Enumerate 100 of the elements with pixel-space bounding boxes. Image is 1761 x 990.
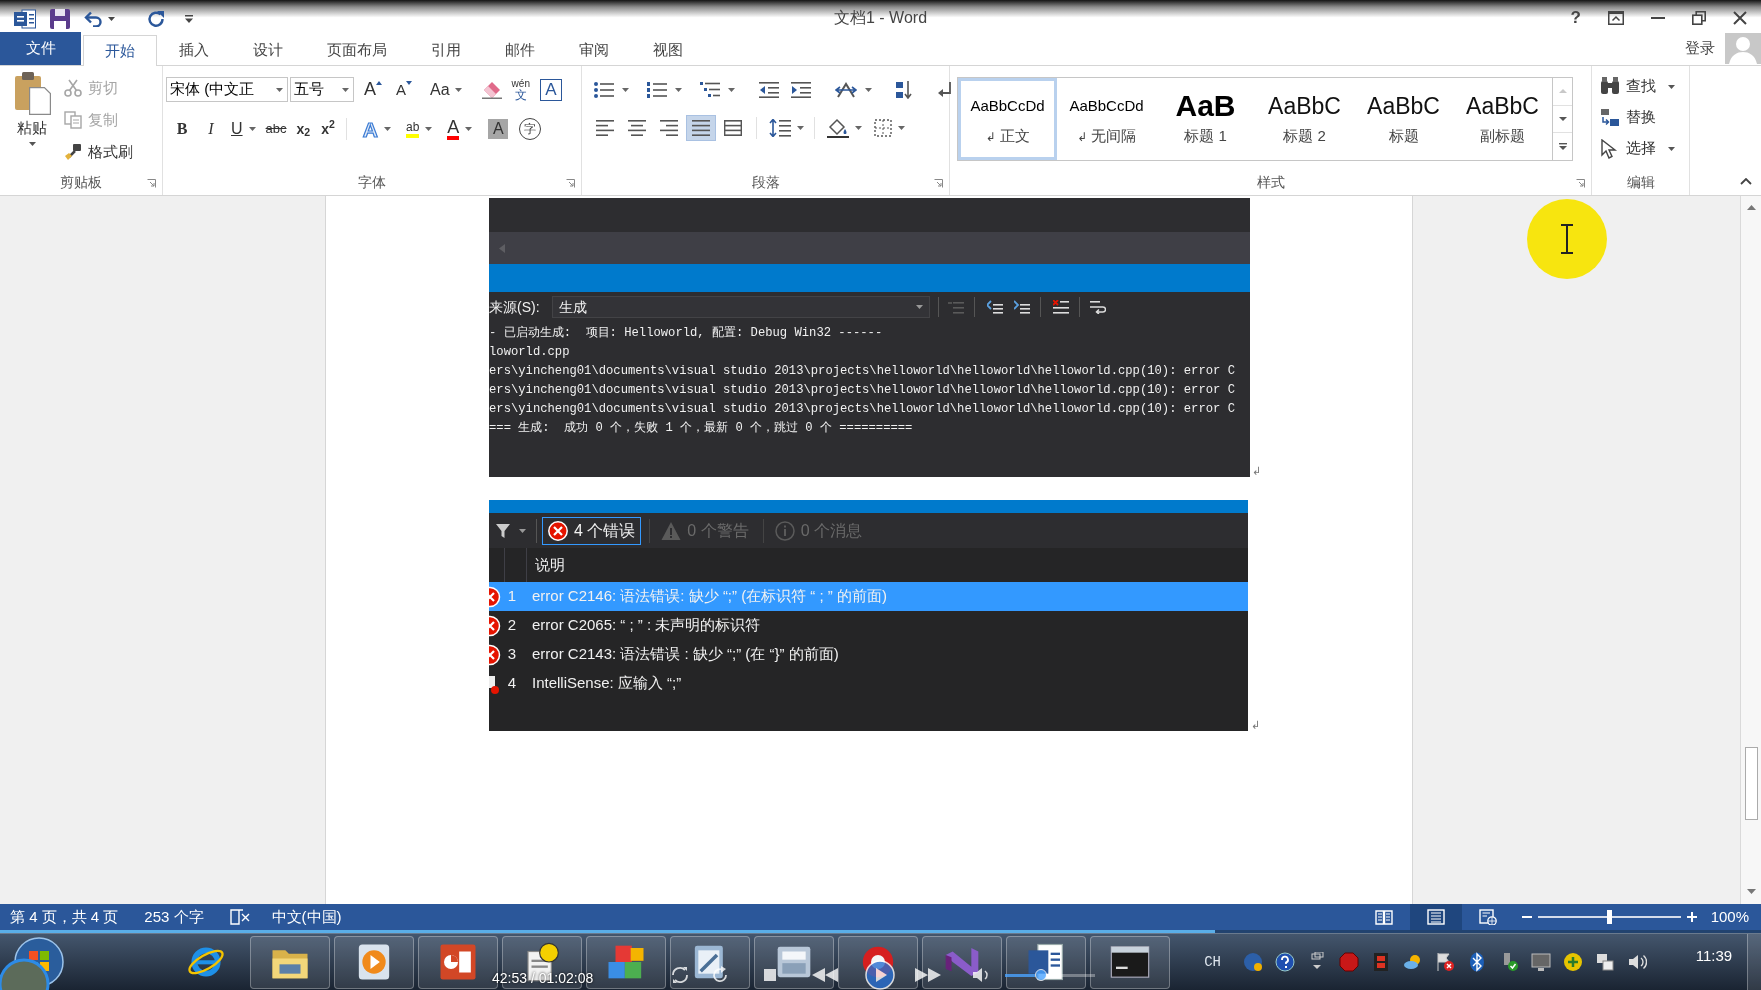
caret-icon[interactable] xyxy=(675,88,682,92)
help-icon[interactable] xyxy=(1275,952,1295,972)
network-icon[interactable] xyxy=(1595,952,1615,972)
customize-toolbar-icon[interactable] xyxy=(185,15,193,23)
redo-icon[interactable] xyxy=(147,10,165,28)
sort-icon[interactable] xyxy=(896,81,912,99)
paragraph-marks-icon[interactable] xyxy=(938,82,952,98)
more-styles-icon[interactable] xyxy=(1558,143,1567,151)
file-tab[interactable]: 文件 xyxy=(0,32,81,65)
caret-icon[interactable] xyxy=(454,87,462,92)
undo-icon[interactable] xyxy=(84,11,104,27)
plus-badge-icon[interactable] xyxy=(1563,952,1583,972)
ribbon-tab[interactable]: 邮件 xyxy=(483,34,557,65)
page-count[interactable]: 第 4 页，共 4 页 xyxy=(10,905,119,929)
restore-icon[interactable] xyxy=(1692,10,1706,25)
ribbon-tab[interactable]: 插入 xyxy=(157,34,231,65)
save-icon[interactable] xyxy=(50,9,70,29)
repeat-icon[interactable] xyxy=(670,966,690,984)
word-count[interactable]: 253 个字 xyxy=(144,905,204,929)
error-filter-button[interactable]: 4 个错误 xyxy=(542,516,642,545)
monitor-icon[interactable] xyxy=(1531,952,1551,972)
style-item[interactable]: AaBbC 标题 xyxy=(1354,78,1453,160)
word-wrap-icon[interactable] xyxy=(1089,300,1106,314)
eraser-icon[interactable] xyxy=(481,80,502,99)
superscript-button[interactable]: x$^{2}$ xyxy=(317,117,339,141)
sign-in-link[interactable]: 登录 xyxy=(1685,37,1715,60)
video-progress-track[interactable] xyxy=(0,930,1761,933)
caret-icon[interactable] xyxy=(622,88,629,92)
taskbar-app-button[interactable] xyxy=(334,935,414,989)
language-indicator[interactable]: 中文(中国) xyxy=(271,905,342,929)
source-dropdown[interactable]: 生成 xyxy=(551,296,930,318)
taskbar-app-button[interactable] xyxy=(754,935,834,989)
caret-icon[interactable] xyxy=(248,127,256,131)
ribbon-tab[interactable]: 页面布局 xyxy=(305,34,409,65)
caret-icon[interactable] xyxy=(108,17,115,21)
caret-icon[interactable] xyxy=(855,126,862,130)
caret-icon[interactable] xyxy=(519,528,526,533)
minimize-icon[interactable] xyxy=(1651,16,1665,19)
paint-bucket-icon[interactable] xyxy=(827,118,849,138)
font-size-field[interactable]: 五号 xyxy=(290,77,354,102)
line-spacing-icon[interactable] xyxy=(769,119,791,137)
style-item[interactable]: AaBbC 标题 2 xyxy=(1255,78,1354,160)
previous-message-icon[interactable] xyxy=(986,300,1003,314)
dialog-launcher-icon[interactable] xyxy=(566,179,575,188)
collapse-ribbon-icon[interactable] xyxy=(1740,178,1752,185)
ribbon-tab[interactable]: 引用 xyxy=(409,34,483,65)
dialog-launcher-icon[interactable] xyxy=(934,179,943,188)
next-message-icon[interactable] xyxy=(1013,300,1030,314)
stop-sign-icon[interactable] xyxy=(1339,952,1359,972)
style-item[interactable]: AaBbCcDd ↲ 无间隔 xyxy=(1057,78,1156,160)
caret-icon[interactable] xyxy=(728,88,735,92)
taskbar-app-button[interactable] xyxy=(1090,935,1170,989)
ribbon-tab[interactable]: 开始 xyxy=(83,35,157,66)
caret-icon[interactable] xyxy=(797,126,804,130)
style-item[interactable]: AaBbCcDd ↲ 正文 xyxy=(958,78,1057,160)
scroll-down-icon[interactable] xyxy=(1558,117,1567,121)
film-strip-icon[interactable] xyxy=(1371,952,1391,972)
select-button[interactable]: 选择 xyxy=(1600,134,1689,163)
print-view-button[interactable] xyxy=(1409,904,1462,930)
ime-icon[interactable] xyxy=(1243,952,1263,972)
ribbon-tab[interactable]: 审阅 xyxy=(557,34,631,65)
vertical-scrollbar[interactable] xyxy=(1740,196,1761,904)
shrink-font-button[interactable]: A xyxy=(392,77,417,102)
flag-error-icon[interactable] xyxy=(1435,952,1455,972)
caret-icon[interactable] xyxy=(915,305,923,309)
show-desktop-button[interactable] xyxy=(1747,934,1761,990)
borders-icon[interactable] xyxy=(874,119,892,137)
clear-all-icon[interactable] xyxy=(1052,300,1069,314)
help-button[interactable]: ? xyxy=(1570,9,1581,26)
find-button[interactable]: 查找 xyxy=(1600,72,1689,101)
clock[interactable]: 11:39 xyxy=(1695,945,1733,968)
style-item[interactable]: AaBbC 副标题 xyxy=(1453,78,1552,160)
taskbar-app-button[interactable] xyxy=(922,935,1002,989)
increase-indent-icon[interactable] xyxy=(791,82,811,98)
caret-icon[interactable] xyxy=(1668,84,1675,89)
style-item[interactable]: AaB 标题 1 xyxy=(1156,78,1255,160)
paste-button[interactable]: 粘贴 xyxy=(10,71,54,146)
bold-button[interactable]: B xyxy=(169,117,195,141)
highlight-button[interactable]: ab xyxy=(403,117,436,141)
play-icon[interactable] xyxy=(865,960,895,990)
caret-icon[interactable] xyxy=(276,87,283,92)
scrollbar-thumb[interactable] xyxy=(1744,747,1758,820)
dialog-launcher-icon[interactable] xyxy=(147,179,156,188)
replace-button[interactable]: 替换 xyxy=(1600,103,1689,132)
scroll-down-icon[interactable] xyxy=(1746,889,1756,894)
multilevel-list-icon[interactable] xyxy=(700,82,720,98)
chinese-layout-icon[interactable] xyxy=(835,82,857,98)
speaker-icon[interactable] xyxy=(1627,952,1647,972)
scroll-up-icon[interactable] xyxy=(1746,205,1756,210)
taskbar-app-button[interactable] xyxy=(670,935,750,989)
caret-icon[interactable] xyxy=(465,127,473,131)
dialog-launcher-icon[interactable] xyxy=(1576,179,1585,188)
align-justify-button[interactable] xyxy=(686,115,716,141)
ribbon-tab[interactable]: 视图 xyxy=(631,34,705,65)
ribbon-display-options-icon[interactable] xyxy=(1608,10,1624,25)
zoom-level[interactable]: 100% xyxy=(1710,905,1749,929)
underline-button[interactable]: U xyxy=(227,117,260,141)
input-language-indicator[interactable]: CH xyxy=(1204,951,1221,973)
proofing-book-icon[interactable] xyxy=(229,909,250,925)
decrease-indent-icon[interactable] xyxy=(759,82,779,98)
